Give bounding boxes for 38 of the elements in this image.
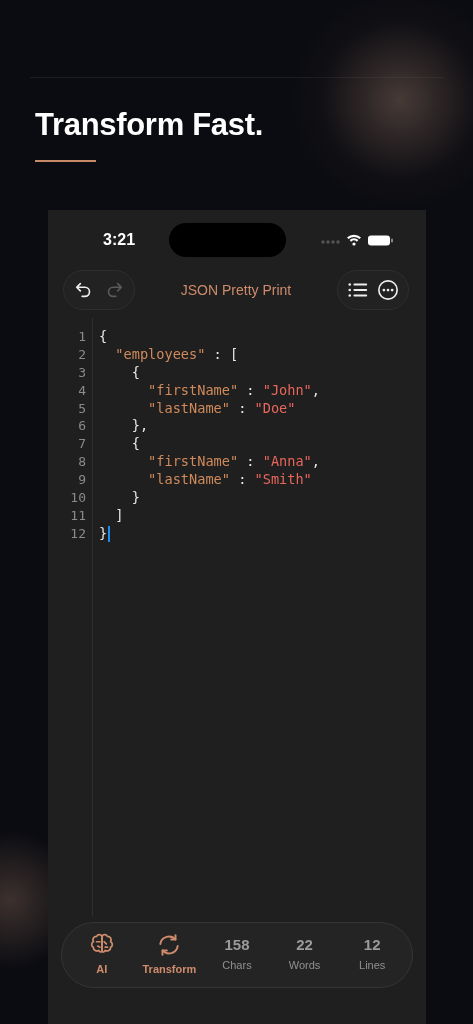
code-line: "lastName" : "Doe" bbox=[147, 399, 297, 418]
stat-value: 158 bbox=[224, 936, 250, 955]
stat-label: Lines bbox=[359, 958, 386, 974]
line-number: 12 bbox=[69, 524, 87, 543]
line-number: 5 bbox=[77, 399, 87, 418]
stat-label: Words bbox=[288, 958, 321, 974]
more-button[interactable] bbox=[376, 278, 400, 302]
accent-underline bbox=[35, 160, 96, 162]
code-line: { bbox=[130, 363, 141, 382]
code-line: }, bbox=[130, 417, 150, 436]
code-line: } bbox=[130, 489, 141, 507]
line-number: 4 bbox=[77, 381, 87, 400]
headline: Transform Fast. bbox=[35, 106, 265, 144]
document-title: JSON Pretty Print bbox=[180, 280, 292, 300]
line-number: 2 bbox=[77, 345, 87, 364]
ai-button[interactable]: AI bbox=[68, 923, 136, 987]
code-line: "firstName" : "Anna", bbox=[147, 453, 321, 472]
code-line: { bbox=[99, 328, 109, 346]
line-number: 10 bbox=[69, 489, 87, 507]
line-number: 1 bbox=[77, 328, 87, 346]
line-number: 8 bbox=[77, 453, 87, 472]
code-line: } bbox=[99, 524, 426, 543]
code-line: "employees" : [ bbox=[114, 345, 240, 364]
status-time: 3:21 bbox=[103, 230, 136, 250]
code-line: { bbox=[130, 435, 141, 454]
line-number: 9 bbox=[77, 471, 87, 489]
stat-value: 22 bbox=[296, 936, 313, 955]
code-line: ] bbox=[114, 506, 125, 525]
code-line: "firstName" : "John", bbox=[147, 381, 321, 400]
stat-label: Chars bbox=[222, 958, 252, 974]
signal-wifi-battery-icon bbox=[320, 233, 396, 247]
code-line: "lastName" : "Smith" bbox=[147, 471, 313, 489]
line-number: 3 bbox=[77, 363, 87, 382]
line-number: 7 bbox=[77, 435, 87, 454]
transform-button[interactable]: Transform bbox=[135, 923, 204, 987]
stat-value: 12 bbox=[363, 936, 381, 955]
line-number: 6 bbox=[77, 417, 87, 436]
line-number: 11 bbox=[69, 506, 87, 525]
